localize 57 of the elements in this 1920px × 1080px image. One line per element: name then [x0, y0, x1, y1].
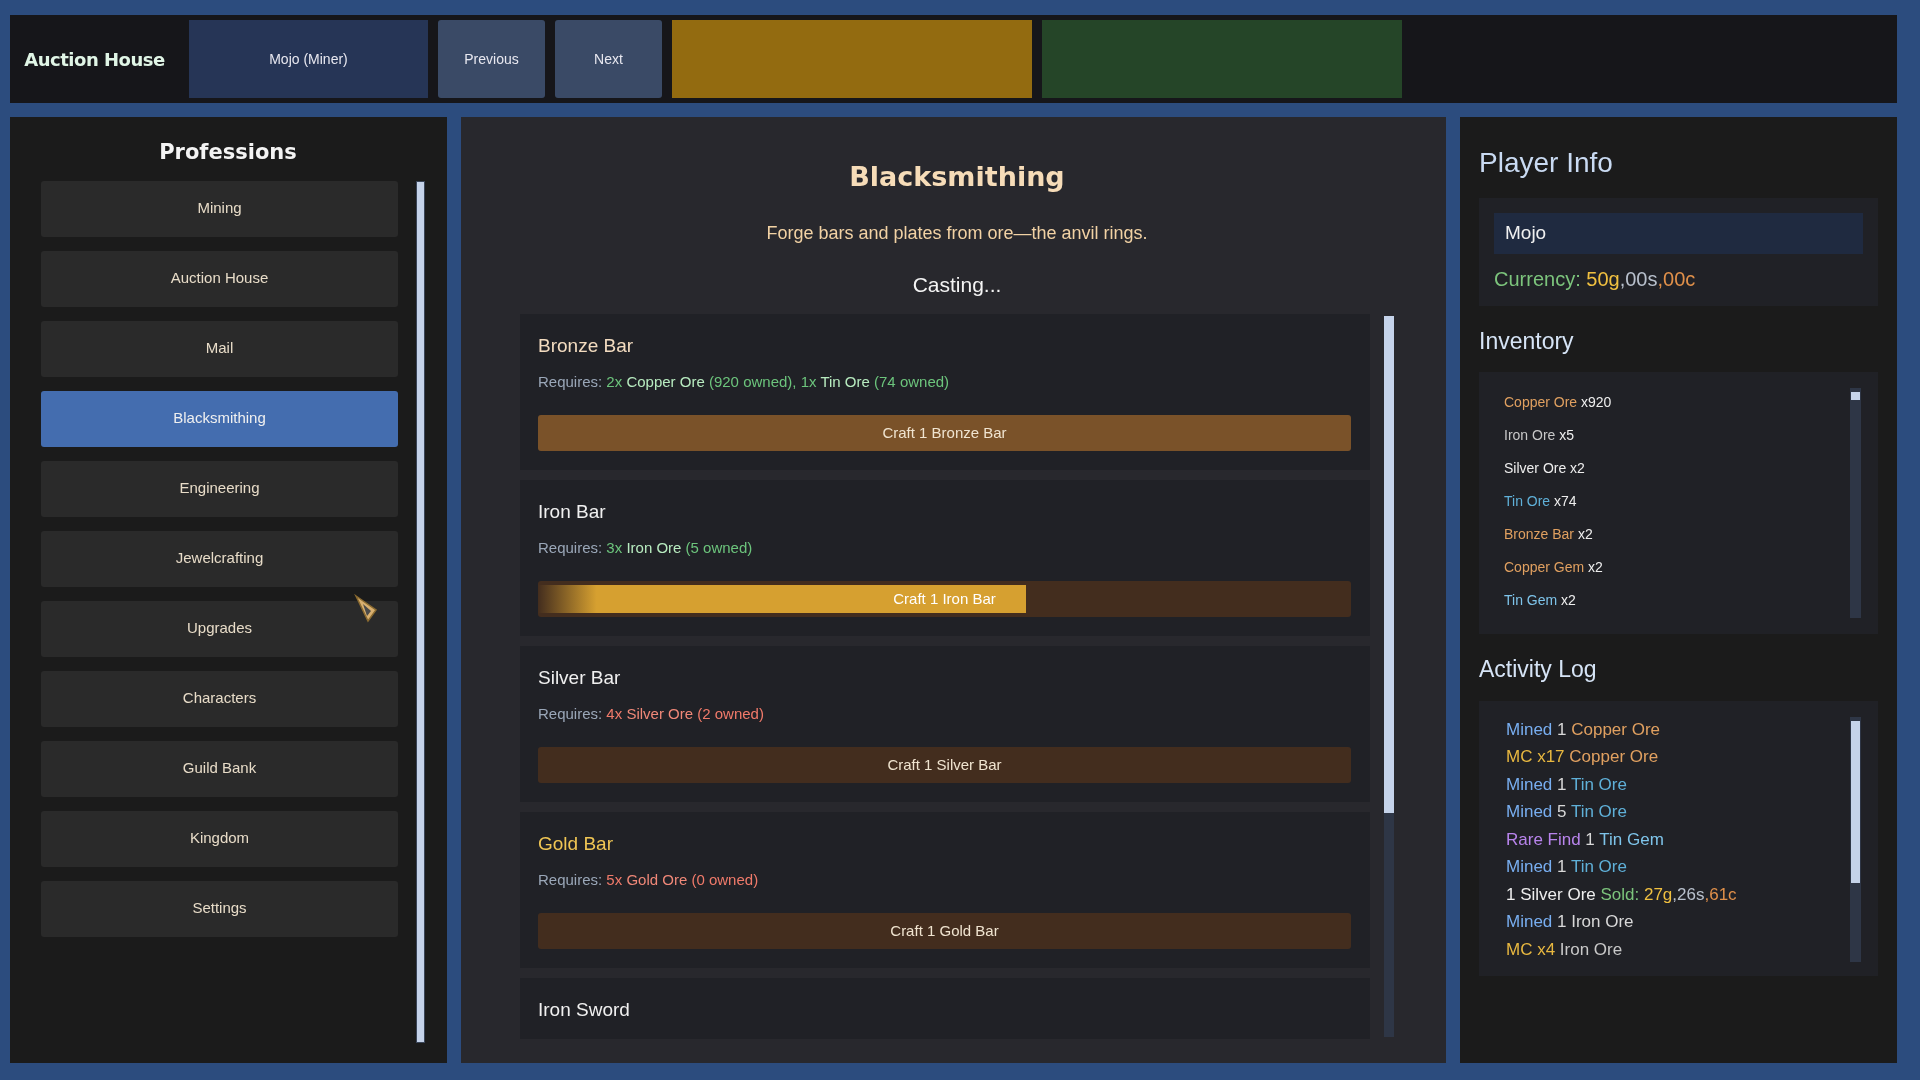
craft-button[interactable]: Craft 1 Silver Bar — [538, 747, 1351, 783]
scroll-thumb[interactable] — [1851, 720, 1860, 883]
scroll-thumb[interactable] — [1384, 316, 1394, 814]
sidebar-item[interactable]: Upgrades — [41, 600, 398, 657]
sidebar-item[interactable]: Characters — [41, 670, 398, 727]
panel-title: Player Info — [1479, 146, 1614, 180]
log-entry: Mined 1 Tin Ore — [1506, 773, 1628, 796]
log-entry: MC x4 Iron Ore — [1506, 938, 1624, 961]
nav-button[interactable]: Next — [555, 20, 662, 98]
nav-button[interactable]: Previous — [438, 20, 545, 98]
section-title: Inventory — [1479, 326, 1575, 356]
profession-title: Blacksmithing — [849, 160, 1065, 194]
sidebar-item[interactable]: Settings — [41, 880, 398, 937]
inventory-item: Silver Ore x2 — [1504, 459, 1586, 478]
requirements-text: Requires: 5x Gold Ore (0 owned) — [538, 869, 760, 890]
player-name: Mojo — [1494, 213, 1863, 254]
sidebar-title: Professions — [159, 139, 297, 166]
casting-status: Casting... — [912, 271, 1002, 298]
requirements-text: Requires: 3x Iron Ore (5 owned) — [538, 537, 754, 558]
inventory-item: Bronze Bar x2 — [1504, 525, 1594, 544]
character-button[interactable]: Mojo (Miner) — [189, 20, 428, 98]
currency-text: Currency: 50g,00s,00c — [1494, 266, 1697, 292]
cursor-icon — [354, 594, 380, 624]
requirements-text: Requires: 4x Silver Ore (2 owned) — [538, 703, 765, 724]
log-entry: Mined 1 Copper Ore — [1506, 718, 1662, 741]
inventory-item: Tin Gem x2 — [1504, 591, 1577, 610]
profession-description: Forge bars and plates from ore—the anvil rings. — [766, 221, 1148, 245]
craft-button[interactable]: Craft 1 Gold Bar — [538, 913, 1351, 949]
app-logo: Auction House — [23, 47, 166, 72]
sidebar-item[interactable]: Kingdom — [41, 810, 398, 867]
recipe-name: Bronze Bar — [538, 334, 635, 358]
craft-button[interactable]: Craft 1 Bronze Bar — [538, 415, 1351, 451]
sidebar-item[interactable]: Auction House — [41, 250, 398, 307]
requirements-text: Requires: 2x Copper Ore (920 owned), 1x Tin Ore (74 owned) — [538, 371, 951, 392]
log-entry: 1 Silver Ore Sold: 27g,26s,61c — [1506, 883, 1738, 906]
sidebar-item[interactable]: Blacksmithing — [41, 390, 398, 447]
recipe-name: Iron Bar — [538, 500, 607, 524]
sidebar-item[interactable]: Jewelcrafting — [41, 530, 398, 587]
scrollbar[interactable] — [416, 180, 425, 1043]
sidebar-item[interactable]: Mining — [41, 180, 398, 237]
inventory-item: Copper Ore x920 — [1504, 393, 1613, 412]
inventory-item: Tin Ore x74 — [1504, 492, 1578, 511]
recipe-name: Iron Sword — [538, 998, 631, 1022]
recipe-name: Gold Bar — [538, 832, 614, 856]
log-entry: Mined 1 Iron Ore — [1506, 911, 1635, 933]
recipe-name: Silver Bar — [538, 666, 622, 690]
inventory-item: Copper Gem x2 — [1504, 558, 1604, 577]
scroll-thumb[interactable] — [1851, 392, 1860, 400]
sidebar-item[interactable]: Guild Bank — [41, 740, 398, 797]
log-entry: Mined 5 Tin Ore — [1506, 801, 1628, 823]
log-entry: Rare Find 1 Tin Gem — [1506, 828, 1665, 851]
sidebar-item[interactable]: Mail — [41, 320, 398, 377]
section-title: Activity Log — [1479, 655, 1598, 684]
sidebar-item[interactable]: Engineering — [41, 460, 398, 517]
log-entry: Mined 1 Tin Ore — [1506, 856, 1628, 878]
log-entry: MC x17 Copper Ore — [1506, 746, 1660, 768]
inventory-item: Iron Ore x5 — [1504, 426, 1576, 445]
